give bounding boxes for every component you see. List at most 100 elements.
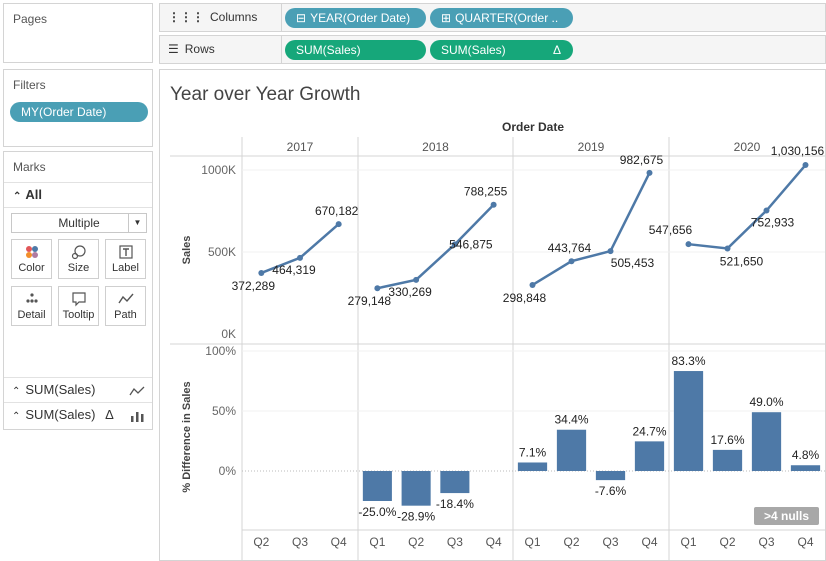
quarter-label: Q3 [447,535,463,549]
mark-type-value: Multiple [58,216,100,230]
pct-bar [517,462,548,471]
pct-data-label: 7.1% [519,445,547,459]
collapse-chevron-icon[interactable]: ⌃ [12,411,20,422]
pct-bar [440,471,470,494]
pct-data-label: 83.3% [671,354,705,368]
measure-row-sales-delta[interactable]: ⌃ SUM(Sales) Δ [4,402,152,426]
sales-data-label: 546,875 [449,237,493,251]
detail-icon [12,287,51,309]
year-over-year-chart[interactable]: Order Date 2017 2018 2019 2020 1000K 500K 0K Sal… [160,70,825,560]
sales-point [374,285,381,292]
pill-quarter-order-date[interactable]: ⊞ QUARTER(Order .. [430,8,573,28]
sales-data-label: 521,650 [720,254,764,268]
sales-point [297,254,303,261]
color-button[interactable]: Color [11,239,52,279]
pct-bar [790,465,821,471]
sales-tick-label: 500K [208,245,236,259]
sales-point [646,169,653,176]
label-button[interactable]: Label [105,239,146,279]
marks-all-row[interactable]: ⌃ All [4,182,152,208]
quarter-label: Q4 [486,535,502,549]
quarter-label: Q4 [797,535,813,549]
pill-sum-sales-delta[interactable]: SUM(Sales) Δ [430,40,573,60]
mark-type-dropdown[interactable]: Multiple ▼ [11,213,147,233]
detail-label: Detail [17,309,46,321]
tooltip-button[interactable]: Tooltip [58,286,99,326]
sales-data-label: 372,289 [232,279,276,293]
year-header-2017: 2017 [287,140,314,154]
pill-collapse-icon[interactable]: ⊟ [296,11,306,25]
column-header-label: Order Date [502,120,564,134]
filter-pill-order-date[interactable]: MY(Order Date) [10,102,148,122]
pages-title: Pages [13,12,48,26]
quarter-label: Q2 [719,535,735,549]
delta-icon: Δ [552,43,561,57]
pct-bar [712,449,743,471]
sales-data-label: 279,148 [348,294,392,308]
filters-shelf[interactable]: Filters MY(Order Date) [3,69,153,147]
rows-shelf-label: ☰ Rows [160,36,282,63]
size-icon [59,240,98,262]
columns-icon: ⋮⋮⋮ [168,10,204,24]
pct-data-label: 24.7% [632,424,666,438]
worksheet-view[interactable]: Year over Year Growth Order Date 2017 2018… [159,69,826,561]
sales-point [490,201,497,208]
bar-chart-icon [129,407,145,431]
color-label: Color [18,262,45,274]
pct-tick-label: 0% [219,464,237,478]
pages-shelf[interactable]: Pages [3,3,153,63]
columns-shelf-label: ⋮⋮⋮ Columns [160,4,282,31]
sales-data-label: 464,319 [272,263,316,277]
marks-title: Marks [13,160,46,174]
sales-axis-title: Sales [181,236,193,265]
quarter-label: Q1 [680,535,696,549]
sales-point [685,241,692,248]
pct-data-label: -18.4% [436,497,474,511]
color-dots-icon [12,240,51,262]
pill-expand-icon[interactable]: ⊞ [441,11,451,25]
pct-bar [673,371,704,471]
pct-tick-label: 50% [212,404,236,418]
pct-data-label: -7.6% [595,484,627,498]
path-label: Path [114,309,137,321]
sales-line-2020 [688,164,807,250]
pill-year-order-date[interactable]: ⊟ YEAR(Order Date) [285,8,426,28]
quarter-label: Q4 [641,535,657,549]
nulls-badge[interactable]: >4 nulls [754,507,819,525]
sales-data-label: 547,656 [649,223,693,237]
detail-button[interactable]: Detail [11,286,52,326]
columns-shelf[interactable]: ⋮⋮⋮ Columns ⊟ YEAR(Order Date) ⊞ QUARTER(Or… [159,3,826,32]
path-button[interactable]: Path [105,286,146,326]
rows-shelf[interactable]: ☰ Rows SUM(Sales) SUM(Sales) Δ [159,35,826,64]
sales-point [763,207,770,214]
rows-icon: ☰ [168,42,179,56]
measure-row-sales-line[interactable]: ⌃ SUM(Sales) [4,377,152,401]
year-header-2019: 2019 [578,140,605,154]
quarter-label: Q1 [369,535,385,549]
pct-data-label: 17.6% [710,433,744,447]
collapse-chevron-icon[interactable]: ⌃ [12,386,20,397]
sales-point [568,258,575,265]
pill-sum-sales[interactable]: SUM(Sales) [285,40,426,60]
pct-bar [401,471,431,506]
quarter-label: Q3 [758,535,774,549]
label-label: Label [112,262,139,274]
size-label: Size [67,262,90,274]
label-icon [106,240,145,262]
marks-card: Marks ⌃ All Multiple ▼ Color Size Label D… [3,151,153,430]
pct-bar [751,412,782,471]
delta-icon: Δ [105,407,114,422]
collapse-chevron-icon[interactable]: ⌃ [13,191,21,202]
sales-point [335,221,342,228]
sales-point [413,276,420,283]
sales-tick-label: 0K [221,327,236,341]
chevron-down-icon: ▼ [128,214,146,232]
measure-label: SUM(Sales) [25,382,96,397]
sales-data-label: 788,255 [464,185,508,199]
size-button[interactable]: Size [58,239,99,279]
quarter-label: Q2 [253,535,269,549]
pct-tick-label: 100% [205,344,236,358]
pct-bar [362,471,392,501]
sales-point [258,269,265,276]
quarter-label: Q2 [408,535,424,549]
